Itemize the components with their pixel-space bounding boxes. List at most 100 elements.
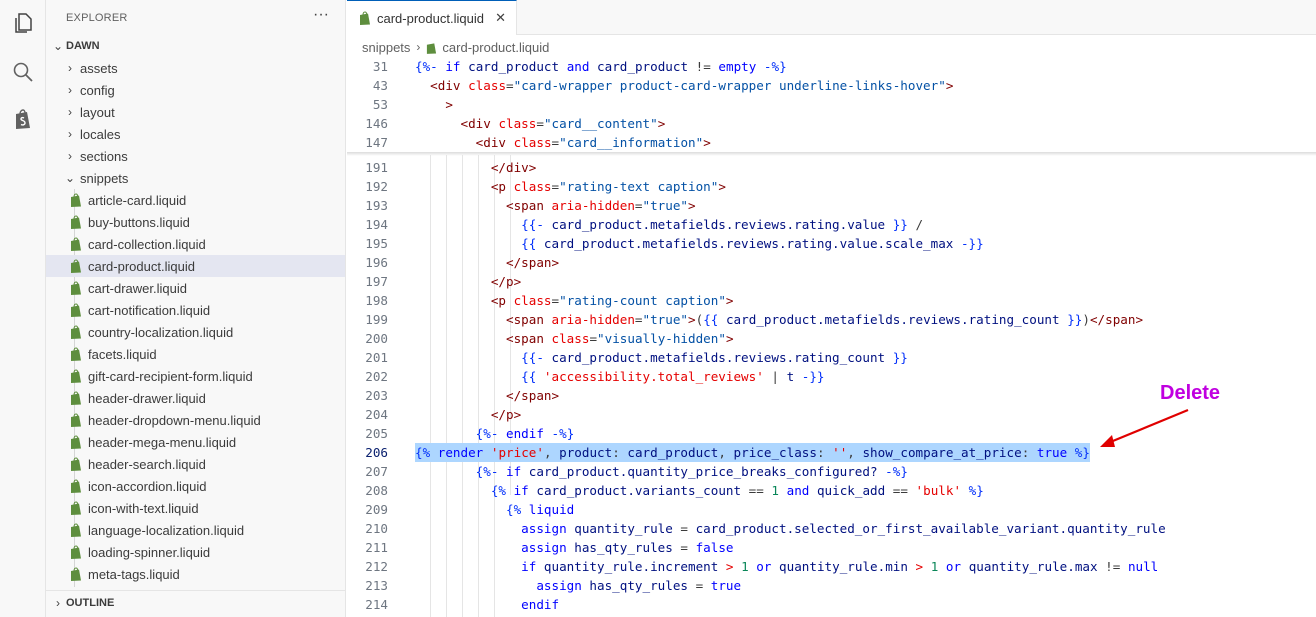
code-line: 192 <p class="rating-text caption">: [347, 177, 1316, 196]
shopify-file-icon: [70, 193, 82, 207]
shopify-file-icon: [70, 281, 82, 295]
code-line: 209 {% liquid: [347, 500, 1316, 519]
folder-layout[interactable]: › layout: [46, 101, 345, 123]
code-line: 200 <span class="visually-hidden">: [347, 329, 1316, 348]
line-number: 203: [365, 388, 388, 403]
line-number: 206: [365, 445, 388, 460]
file-item[interactable]: icon-accordion.liquid: [46, 475, 345, 497]
file-label: article-card.liquid: [88, 192, 187, 208]
file-label: header-mega-menu.liquid: [88, 434, 237, 450]
code-editor[interactable]: 31 {%- if card_product and card_product !…: [347, 57, 1316, 617]
shopify-file-icon: [426, 41, 437, 54]
explorer-sidebar: EXPLORER ··· ⌄ DAWN › assets › config › layou…: [46, 0, 346, 617]
tab-card-product[interactable]: card-product.liquid ✕: [347, 0, 517, 35]
tab-bar: card-product.liquid ✕: [347, 0, 1316, 35]
shopify-file-icon: [70, 567, 82, 581]
close-icon[interactable]: ✕: [495, 10, 506, 26]
shopify-file-icon: [70, 523, 82, 537]
folder-label: assets: [80, 60, 118, 76]
line-number: 201: [365, 350, 388, 365]
root-folder[interactable]: ⌄ DAWN: [46, 35, 345, 57]
search-icon[interactable]: [11, 60, 35, 84]
file-label: meta-tags.liquid: [88, 566, 180, 582]
shopify-file-icon: [70, 391, 82, 405]
folder-label: sections: [80, 148, 128, 164]
annotation-arrow: [1100, 408, 1189, 447]
code-line: 191 </div>: [347, 158, 1316, 177]
file-item[interactable]: header-dropdown-menu.liquid: [46, 409, 345, 431]
folder-label: config: [80, 82, 115, 98]
file-item[interactable]: cart-drawer.liquid: [46, 277, 345, 299]
line-number: 146: [365, 116, 388, 131]
sticky-scroll-shadow: [347, 152, 1316, 156]
outline-label: OUTLINE: [66, 596, 115, 609]
outline-section[interactable]: › OUTLINE: [46, 590, 345, 614]
shopify-icon[interactable]: [11, 107, 35, 131]
file-item[interactable]: facets.liquid: [46, 343, 345, 365]
code-line: 194 {{- card_product.metafields.reviews.…: [347, 215, 1316, 234]
folder-snippets[interactable]: ⌄ snippets: [46, 167, 345, 189]
file-item[interactable]: article-card.liquid: [46, 189, 345, 211]
file-label: country-localization.liquid: [88, 324, 234, 340]
file-label: cart-notification.liquid: [88, 302, 211, 318]
code-line: 53 >: [347, 95, 1316, 114]
line-number: 192: [365, 179, 388, 194]
file-label: facets.liquid: [88, 346, 157, 362]
line-number: 202: [365, 369, 388, 384]
folder-locales[interactable]: › locales: [46, 123, 345, 145]
line-number: 204: [365, 407, 388, 422]
line-number: 31: [372, 59, 388, 74]
shopify-file-icon: [70, 259, 82, 273]
file-item[interactable]: icon-with-text.liquid: [46, 497, 345, 519]
line-number: 212: [365, 559, 388, 574]
code-line: 43 <div class="card-wrapper product-card…: [347, 76, 1316, 95]
code-line: 197 </p>: [347, 272, 1316, 291]
file-item[interactable]: country-localization.liquid: [46, 321, 345, 343]
file-item[interactable]: card-product.liquid: [46, 255, 345, 277]
root-folder-label: DAWN: [66, 40, 100, 52]
folder-sections[interactable]: › sections: [46, 145, 345, 167]
activity-bar: [0, 0, 46, 617]
code-line: 210 assign quantity_rule = card_product.…: [347, 519, 1316, 538]
file-label: gift-card-recipient-form.liquid: [88, 368, 253, 384]
line-number: 43: [372, 78, 388, 93]
line-number: 147: [365, 135, 388, 150]
folder-assets[interactable]: › assets: [46, 57, 345, 79]
more-actions-icon[interactable]: ···: [313, 6, 329, 24]
file-item[interactable]: header-mega-menu.liquid: [46, 431, 345, 453]
file-item[interactable]: cart-notification.liquid: [46, 299, 345, 321]
line-number: 210: [365, 521, 388, 536]
shopify-file-icon: [70, 369, 82, 383]
file-label: header-dropdown-menu.liquid: [88, 412, 261, 428]
line-number: 208: [365, 483, 388, 498]
file-item[interactable]: gift-card-recipient-form.liquid: [46, 365, 345, 387]
shopify-file-icon: [70, 479, 82, 493]
folder-config[interactable]: › config: [46, 79, 345, 101]
file-item[interactable]: card-collection.liquid: [46, 233, 345, 255]
shopify-file-icon: [70, 413, 82, 427]
shopify-file-icon: [70, 435, 82, 449]
code-line: 195 {{ card_product.metafields.reviews.r…: [347, 234, 1316, 253]
file-item[interactable]: header-search.liquid: [46, 453, 345, 475]
file-item[interactable]: meta-tags.liquid: [46, 563, 345, 585]
line-number: 53: [372, 97, 388, 112]
file-item[interactable]: buy-buttons.liquid: [46, 211, 345, 233]
line-number: 196: [365, 255, 388, 270]
folder-label: locales: [80, 126, 121, 142]
files-icon[interactable]: [11, 11, 35, 35]
line-number: 194: [365, 217, 388, 232]
line-number: 198: [365, 293, 388, 308]
file-label: language-localization.liquid: [88, 522, 245, 538]
shopify-file-icon: [70, 215, 82, 229]
breadcrumb-folder[interactable]: snippets: [362, 40, 410, 55]
line-number: 207: [365, 464, 388, 479]
file-item[interactable]: language-localization.liquid: [46, 519, 345, 541]
breadcrumb: snippets › card-product.liquid: [362, 38, 549, 56]
file-item[interactable]: header-drawer.liquid: [46, 387, 345, 409]
line-number: 213: [365, 578, 388, 593]
file-item[interactable]: loading-spinner.liquid: [46, 541, 345, 563]
code-line: 208 {% if card_product.variants_count ==…: [347, 481, 1316, 500]
file-label: card-collection.liquid: [88, 236, 206, 252]
breadcrumb-file[interactable]: card-product.liquid: [442, 40, 549, 55]
folder-label: snippets: [80, 170, 129, 186]
